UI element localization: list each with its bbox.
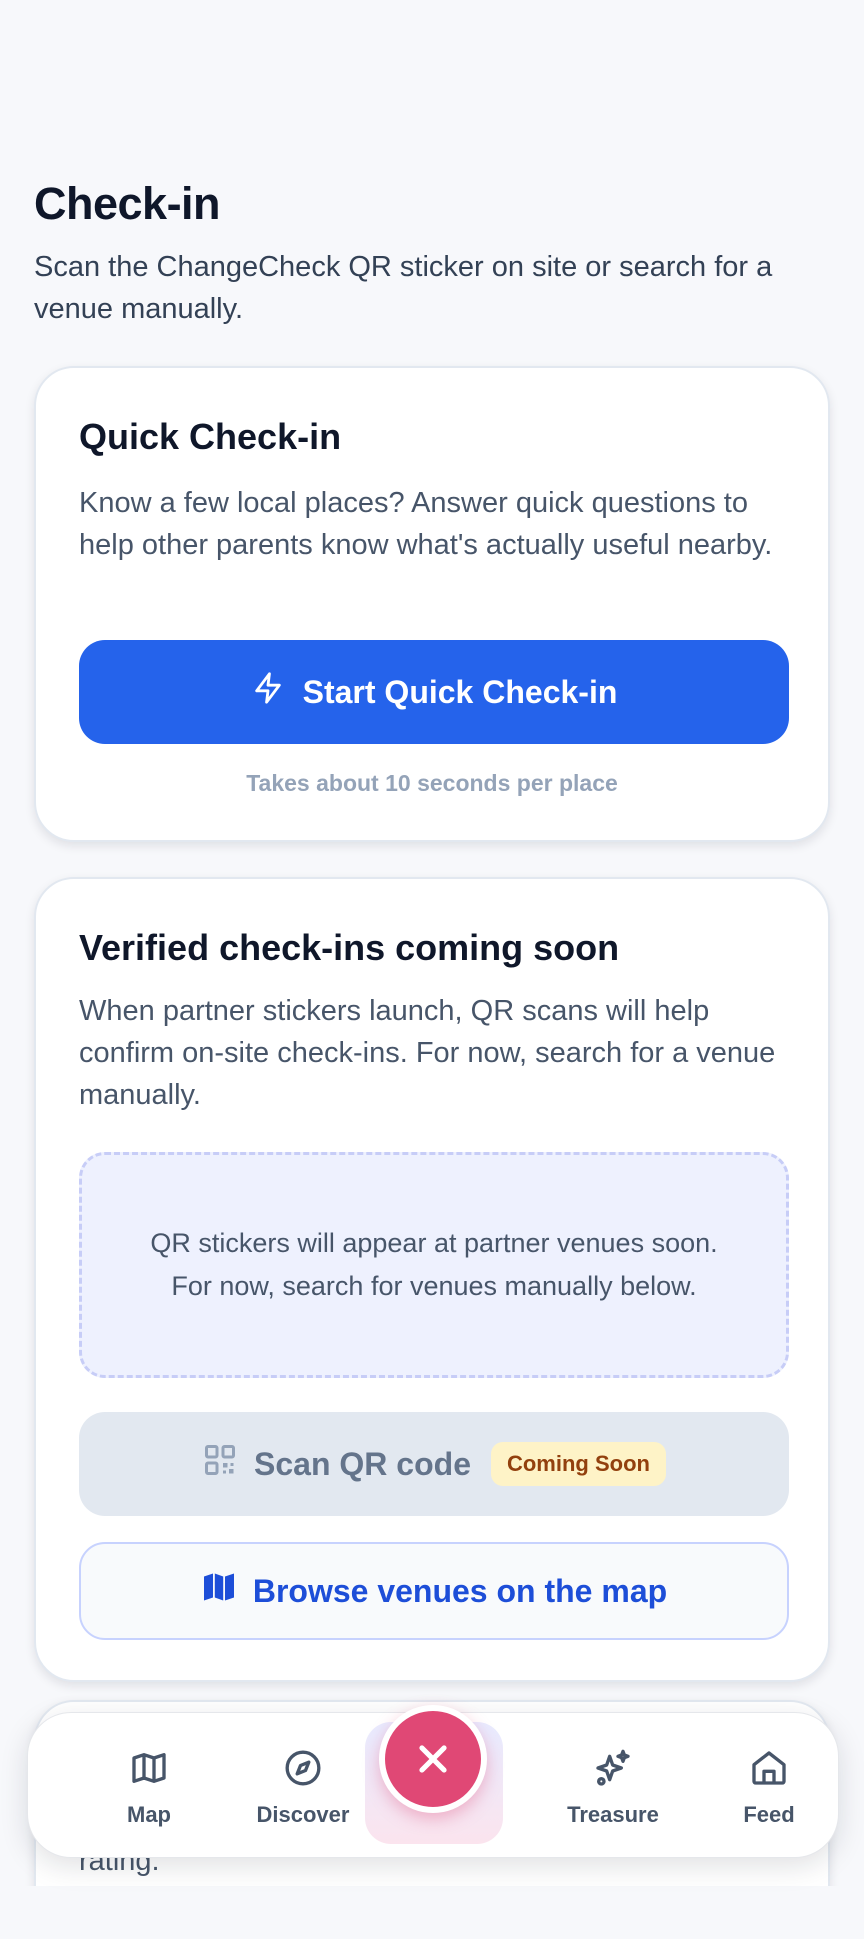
qr-sticker-placeholder: QR stickers will appear at partner venue… <box>79 1152 789 1378</box>
verified-checkins-title: Verified check-ins coming soon <box>79 927 620 968</box>
browse-map-button[interactable]: Browse venues on the map <box>79 1542 789 1640</box>
quick-checkin-card: Quick Check-in Know a few local places? … <box>34 366 830 842</box>
quick-checkin-description: Know a few local places? Answer quick qu… <box>79 487 773 561</box>
verified-checkins-card: Verified check-ins coming soon When part… <box>34 877 830 1682</box>
quick-checkin-hint: Takes about 10 seconds per place <box>246 770 618 796</box>
lightning-bolt-icon <box>251 669 285 715</box>
tab-map-label: Map <box>127 1802 171 1827</box>
map-icon <box>201 1569 237 1613</box>
tab-discover-label: Discover <box>256 1802 350 1827</box>
tab-map[interactable]: Map <box>74 1713 224 1859</box>
verified-checkins-description: When partner stickers launch, QR scans w… <box>79 995 776 1111</box>
bottom-safe-area <box>0 1886 864 1939</box>
start-quick-checkin-label: Start Quick Check-in <box>302 673 618 710</box>
checkin-page: Check-in Scan the ChangeCheck QR sticker… <box>0 0 864 1939</box>
compass-icon <box>285 1750 321 1786</box>
tab-discover[interactable]: Discover <box>228 1713 378 1859</box>
tab-treasure[interactable]: Treasure <box>538 1713 688 1859</box>
close-checkin-button[interactable] <box>379 1705 487 1813</box>
sparkles-icon <box>596 1749 630 1786</box>
start-quick-checkin-button[interactable]: Start Quick Check-in <box>79 640 789 744</box>
map-icon <box>132 1753 166 1783</box>
page-subtitle: Scan the ChangeCheck QR sticker on site … <box>34 251 773 325</box>
scan-qr-label: Scan QR code <box>254 1445 471 1482</box>
tab-treasure-label: Treasure <box>567 1802 659 1827</box>
page-title: Check-in <box>34 178 221 229</box>
home-icon <box>752 1751 786 1785</box>
qr-code-icon <box>202 1442 238 1486</box>
scan-qr-button[interactable]: Scan QR code Coming Soon <box>79 1412 789 1516</box>
tab-feed[interactable]: Feed <box>694 1713 844 1859</box>
quick-checkin-title: Quick Check-in <box>79 416 342 457</box>
browse-map-label: Browse venues on the map <box>252 1572 668 1609</box>
coming-soon-badge: Coming Soon <box>490 1442 666 1486</box>
tab-feed-label: Feed <box>743 1802 795 1827</box>
close-icon <box>419 1745 447 1773</box>
qr-placeholder-line-1: QR stickers will appear at partner venue… <box>150 1228 718 1258</box>
qr-placeholder-line-2: For now, search for venues manually belo… <box>171 1271 697 1301</box>
